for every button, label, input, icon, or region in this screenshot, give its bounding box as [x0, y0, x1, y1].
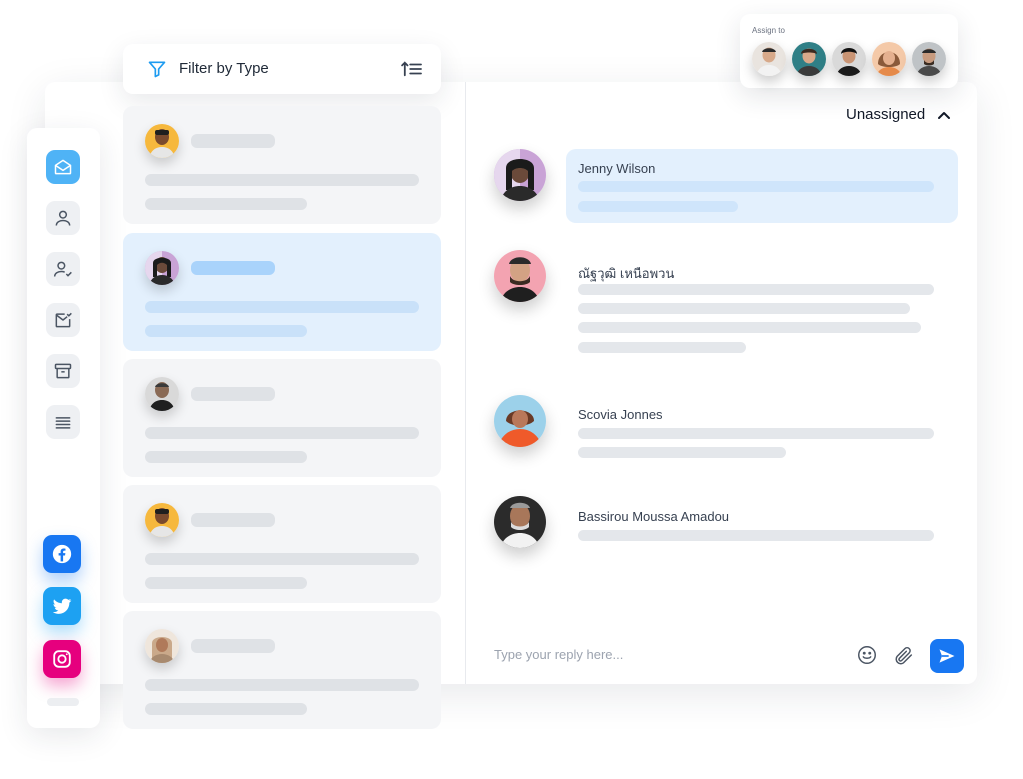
conversation-item-selected[interactable]	[123, 233, 441, 351]
skeleton-line	[578, 447, 786, 458]
agent-avatar[interactable]	[832, 42, 866, 76]
skeleton-line	[145, 174, 419, 186]
facebook-icon	[52, 544, 72, 564]
user-check-icon	[53, 261, 72, 277]
conversation-item[interactable]	[123, 485, 441, 603]
skeleton-line	[578, 303, 910, 314]
skeleton-line	[145, 703, 307, 715]
sidebar-item-resolved[interactable]	[46, 303, 80, 337]
send-button[interactable]	[930, 639, 964, 673]
agent-avatar[interactable]	[792, 42, 826, 76]
sidebar-item-archive[interactable]	[46, 354, 80, 388]
skeleton-line	[578, 181, 934, 192]
mail-open-icon	[54, 159, 72, 175]
skeleton-line	[145, 577, 307, 589]
skeleton-line	[145, 427, 419, 439]
message-sender: ณัฐวุฒิ เหนือพวน	[578, 266, 675, 281]
twitter-channel-button[interactable]	[43, 587, 81, 625]
chevron-up-icon[interactable]	[936, 108, 952, 122]
avatar	[494, 149, 546, 201]
skeleton-line	[578, 342, 746, 353]
avatar	[494, 395, 546, 447]
user-icon	[55, 210, 71, 226]
skeleton-line	[145, 198, 307, 210]
conversation-item[interactable]	[123, 359, 441, 477]
avatar	[145, 629, 179, 663]
skeleton-line	[145, 301, 419, 313]
message-sender: Bassirou Moussa Amadou	[578, 509, 730, 524]
send-icon	[939, 649, 955, 663]
conversation-item[interactable]	[123, 611, 441, 729]
sidebar-item-inbox[interactable]	[46, 150, 80, 184]
conversation-item[interactable]	[123, 106, 441, 224]
message-sender: Jenny Wilson	[578, 161, 656, 176]
sidebar-item-contacts[interactable]	[46, 201, 80, 235]
filter-label: Filter by Type	[179, 60, 269, 77]
paperclip-icon[interactable]	[893, 644, 915, 666]
sidebar-rail	[27, 128, 100, 728]
list-icon	[55, 417, 71, 429]
avatar	[145, 251, 179, 285]
facebook-channel-button[interactable]	[43, 535, 81, 573]
skeleton-line	[578, 530, 934, 541]
skeleton-line	[145, 553, 419, 565]
assign-to-panel: Assign to	[740, 14, 958, 88]
skeleton-name	[191, 387, 275, 401]
avatar	[145, 377, 179, 411]
agent-avatar[interactable]	[912, 42, 946, 76]
skeleton-line	[578, 322, 921, 333]
column-divider	[465, 82, 466, 684]
inbox-app: Filter by Type Assign to Unassigned Jenn…	[0, 0, 1023, 779]
skeleton-line	[578, 428, 934, 439]
assign-to-label: Assign to	[752, 26, 785, 35]
assignment-status[interactable]: Unassigned	[846, 106, 925, 123]
skeleton-name	[191, 261, 275, 275]
instagram-channel-button[interactable]	[43, 640, 81, 678]
sort-ascending-icon[interactable]	[401, 60, 423, 78]
sidebar-item-more[interactable]	[46, 405, 80, 439]
twitter-icon	[52, 598, 72, 614]
reply-input[interactable]: Type your reply here...	[494, 647, 623, 662]
rail-placeholder	[47, 698, 79, 706]
skeleton-line	[578, 201, 738, 212]
skeleton-line	[145, 451, 307, 463]
agent-avatar[interactable]	[752, 42, 786, 76]
sidebar-item-assigned[interactable]	[46, 252, 80, 286]
skeleton-line	[578, 284, 934, 295]
avatar	[145, 124, 179, 158]
emoji-icon[interactable]	[856, 644, 878, 666]
skeleton-name	[191, 639, 275, 653]
skeleton-line	[145, 679, 419, 691]
agent-avatar[interactable]	[872, 42, 906, 76]
avatar	[145, 503, 179, 537]
avatar	[494, 250, 546, 302]
skeleton-line	[145, 325, 307, 337]
skeleton-name	[191, 134, 275, 148]
avatar	[494, 496, 546, 548]
message-sender: Scovia Jonnes	[578, 407, 663, 422]
archive-icon	[54, 363, 72, 379]
funnel-icon	[148, 61, 166, 78]
instagram-icon	[53, 650, 71, 668]
filter-by-type[interactable]: Filter by Type	[123, 44, 441, 94]
mail-check-icon	[55, 312, 72, 328]
skeleton-name	[191, 513, 275, 527]
